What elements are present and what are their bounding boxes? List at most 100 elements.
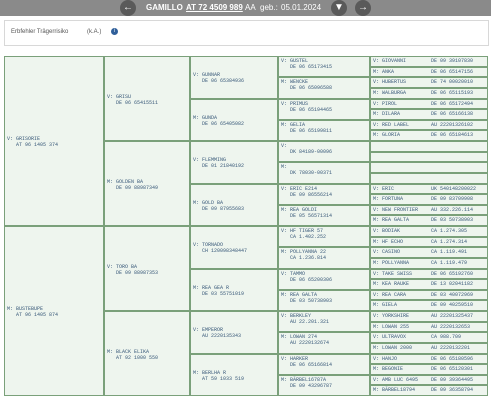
pedigree-id: DE 06 65166138	[431, 111, 474, 118]
pedigree-id: DE 03 50738903	[431, 217, 474, 224]
genetic-risk-bar: Erbfehler Trägerrisiko (k.A.) i	[4, 20, 489, 46]
pedigree-cell-gen5-27[interactable]: M: LOWAN 2000 AU 2220132201	[370, 342, 488, 354]
top-navigation-bar: ← GAMILLO AT 72 4509 989 AA geb.: 05.01.…	[0, 0, 491, 16]
pedigree-cell-gen2-1[interactable]: M: GOLDEN BA DE 09 88987349	[104, 141, 190, 226]
pedigree-cell-gen5-23[interactable]: M: GIELA DE 09 40259510	[370, 300, 488, 311]
pedigree-name: V: BODIAK	[373, 228, 401, 234]
pedigree-name: V: ERIC	[373, 185, 395, 192]
funnel-icon[interactable]: ▼	[331, 0, 347, 16]
pedigree-cell-gen5-2[interactable]: V: HUBERTUS DE 74 00020010	[370, 77, 488, 88]
pedigree-id: DE 09 39107830	[431, 58, 474, 64]
pedigree-cell-gen5-13[interactable]: M: FORTUNA DE 09 83709908	[370, 194, 488, 205]
pedigree-cell-gen2-0[interactable]: V: GRISU DE 06 65415511	[104, 56, 190, 141]
pedigree-cell-gen4-11[interactable]: M: REA GALTA DE 03 50738903	[278, 289, 370, 311]
pedigree-name: M: LOWAN 2000	[373, 344, 413, 351]
pedigree-id: CA 1.274.305	[431, 228, 468, 234]
pedigree-cell-gen3-1[interactable]: M: GUNDA DE 06 65405082	[190, 98, 278, 141]
pedigree-id: DE 06 65147156	[431, 68, 474, 75]
pedigree-cell-gen1-0[interactable]: V: GRISORIE AT 96 1405 374	[4, 56, 104, 226]
pedigree-name: M: WALBURGA	[373, 89, 407, 96]
pedigree-name: M: GLORIA	[373, 132, 401, 139]
pedigree-id: DE 09 36358794	[431, 387, 474, 394]
pedigree-name: V: HUBERTUS	[373, 79, 407, 86]
pedigree-cell-gen5-15[interactable]: M: REA GALTA DE 03 50738903	[370, 215, 488, 226]
pedigree-id: DK 78030-00371	[281, 170, 333, 177]
pedigree-id: AU 22201326102	[431, 121, 474, 128]
pedigree-cell-gen5-10[interactable]	[370, 162, 488, 173]
pedigree-cell-gen5-26[interactable]: V: ULTRAVOX CA 988.709	[370, 332, 488, 343]
pedigree-cell-gen4-5[interactable]: M: DK 78030-00371	[278, 162, 370, 184]
pedigree-cell-gen3-6[interactable]: V: EMPEROR AU 2220135343	[190, 311, 278, 354]
pedigree-cell-gen5-24[interactable]: V: YORKSHIRE AU 22201325437	[370, 311, 488, 322]
pedigree-cell-gen5-30[interactable]: V: AMB LUC 6495 DE 09 39364495	[370, 374, 488, 386]
pedigree-cell-gen2-3[interactable]: M: BLACK ELIKA AT 92 1000 550	[104, 311, 190, 396]
pedigree-cell-gen5-0[interactable]: V: GIOVANNI DE 09 39107830	[370, 56, 488, 67]
pedigree-name: V: AMB LUC 6495	[373, 376, 419, 383]
pedigree-id: AU 2220135343	[193, 333, 242, 340]
pedigree-cell-gen5-28[interactable]: V: HANJO DE 06 65180596	[370, 353, 488, 365]
pedigree-id: DE 03 50738903	[281, 297, 333, 304]
pedigree-cell-gen4-13[interactable]: M: LOWAN 274 AU 2220132674	[278, 332, 370, 354]
pedigree-cell-gen4-15[interactable]: M: BÄRBEL16787A DE 09 43296787	[278, 374, 370, 396]
pedigree-cell-gen4-12[interactable]: V: BERKLEY AU 22.201.321	[278, 311, 370, 333]
pedigree-name: M: POLLYANNA	[373, 259, 410, 266]
pedigree-id: CH 120098348447	[193, 248, 248, 255]
pedigree-cell-gen5-18[interactable]: V: CASINO CA 1.119.491	[370, 247, 488, 258]
pedigree-cell-gen4-0[interactable]: V: GUSTEL DE 06 65173415	[278, 56, 370, 78]
pedigree-cell-gen5-25[interactable]: M: LOWAN 255 AU 2220132653	[370, 321, 488, 333]
arrow-right-icon[interactable]: →	[355, 0, 371, 16]
pedigree-cell-gen3-7[interactable]: M: BERLHA R AT 59 1033 519	[190, 353, 278, 396]
pedigree-name: M: HF ECHO	[373, 238, 404, 245]
pedigree-cell-gen4-7[interactable]: M: REA GOLDI DE 05 56571314	[278, 204, 370, 226]
pedigree-cell-gen4-14[interactable]: V: HARKER DE 06 65166814	[278, 353, 370, 375]
pedigree-cell-gen5-7[interactable]: M: GLORIA DE 06 65184613	[370, 130, 488, 141]
pedigree-cell-gen5-22[interactable]: V: REA CARA DE 03 40072969	[370, 289, 488, 301]
pedigree-cell-gen4-6[interactable]: V: ERIC E214 DE 09 86556214	[278, 183, 370, 205]
pedigree-cell-gen5-12[interactable]: V: ERIC UK 540148200022	[370, 183, 488, 195]
pedigree-id: AU 2220132653	[431, 323, 471, 330]
pedigree-id: DE 06 65096588	[281, 85, 333, 92]
pedigree-cell-gen4-9[interactable]: M: POLLYANNA 22 CA 1.236.814	[278, 247, 370, 269]
pedigree-cell-gen5-16[interactable]: V: BODIAK CA 1.274.305	[370, 226, 488, 237]
pedigree-cell-gen3-5[interactable]: M: REA GEA R DE 03 55751019	[190, 268, 278, 311]
pedigree-cell-gen5-9[interactable]	[370, 151, 488, 163]
genetic-risk-value: (k.A.)	[87, 29, 102, 35]
pedigree-id: DE 74 00020010	[431, 79, 474, 86]
pedigree-cell-gen2-2[interactable]: V: TORO BA DE 09 88987353	[104, 226, 190, 311]
pedigree-cell-gen3-0[interactable]: V: GUNNAR DE 06 65384936	[190, 56, 278, 99]
pedigree-cell-gen5-1[interactable]: M: ANKA DE 06 65147156	[370, 66, 488, 78]
pedigree-name: M: ANKA	[373, 68, 395, 75]
pedigree-cell-gen5-3[interactable]: M: WALBURGA DE 06 65115193	[370, 87, 488, 99]
pedigree-cell-gen5-11[interactable]	[370, 172, 488, 184]
pedigree-cell-gen5-4[interactable]: V: PIROL DE 06 65172494	[370, 98, 488, 110]
animal-id-link[interactable]: AT 72 4509 989	[186, 0, 243, 16]
pedigree-cell-gen3-4[interactable]: V: TORNADO CH 120098348447	[190, 226, 278, 269]
pedigree-cell-gen5-6[interactable]: V: RED LABEL AU 22201326102	[370, 119, 488, 131]
pedigree-cell-gen5-31[interactable]: M: BÄRBEL18794 DE 09 36358794	[370, 385, 488, 396]
pedigree-cell-gen5-20[interactable]: V: TAKE SWISS DE 06 65192760	[370, 268, 488, 280]
pedigree-cell-gen5-21[interactable]: M: KEA RAUKE DE 13 02041182	[370, 279, 488, 290]
pedigree-name: V: RED LABEL	[373, 121, 410, 128]
pedigree-cell-gen4-2[interactable]: V: PRIMUS DE 06 65194465	[278, 98, 370, 120]
info-icon[interactable]: i	[111, 28, 118, 35]
pedigree-cell-gen4-10[interactable]: V: TAMMO DE 06 65200306	[278, 268, 370, 290]
pedigree-cell-gen5-19[interactable]: M: POLLYANNA CA 1.119.479	[370, 257, 488, 269]
pedigree-cell-gen4-3[interactable]: M: GELIA DE 06 65199811	[278, 119, 370, 141]
pedigree-cell-gen3-3[interactable]: M: GOLD BA DE 09 87955683	[190, 183, 278, 226]
pedigree-id: DE 06 65166814	[281, 361, 333, 368]
pedigree-id: DE 06 65199811	[281, 127, 333, 134]
pedigree-cell-gen4-4[interactable]: V: DK 84189-00096	[278, 141, 370, 163]
pedigree-id: DE 06 65180596	[431, 355, 474, 362]
pedigree-cell-gen5-17[interactable]: M: HF ECHO CA 1.274.314	[370, 236, 488, 248]
pedigree-cell-gen4-8[interactable]: V: HF TIGER 57 CA 1.402.252	[278, 226, 370, 248]
pedigree-id: CA 1.402.252	[281, 234, 327, 240]
arrow-left-icon[interactable]: ←	[120, 0, 136, 16]
pedigree-cell-gen3-2[interactable]: V: FLEMMING DE 01 21840192	[190, 141, 278, 184]
pedigree-name: V: TAKE SWISS	[373, 270, 413, 277]
pedigree-cell-gen1-1[interactable]: M: BUSTEBUPE AT 96 1405 874	[4, 226, 104, 396]
pedigree-cell-gen5-14[interactable]: V: NEW FRONTIER AU 332.226.114	[370, 204, 488, 216]
pedigree-cell-gen5-5[interactable]: M: DILARA DE 06 65166138	[370, 109, 488, 120]
pedigree-cell-gen5-8[interactable]	[370, 141, 488, 152]
pedigree-cell-gen4-1[interactable]: M: WENCKE DE 06 65096588	[278, 77, 370, 99]
pedigree-cell-gen5-29[interactable]: M: BEGONIE DE 06 65120301	[370, 364, 488, 375]
